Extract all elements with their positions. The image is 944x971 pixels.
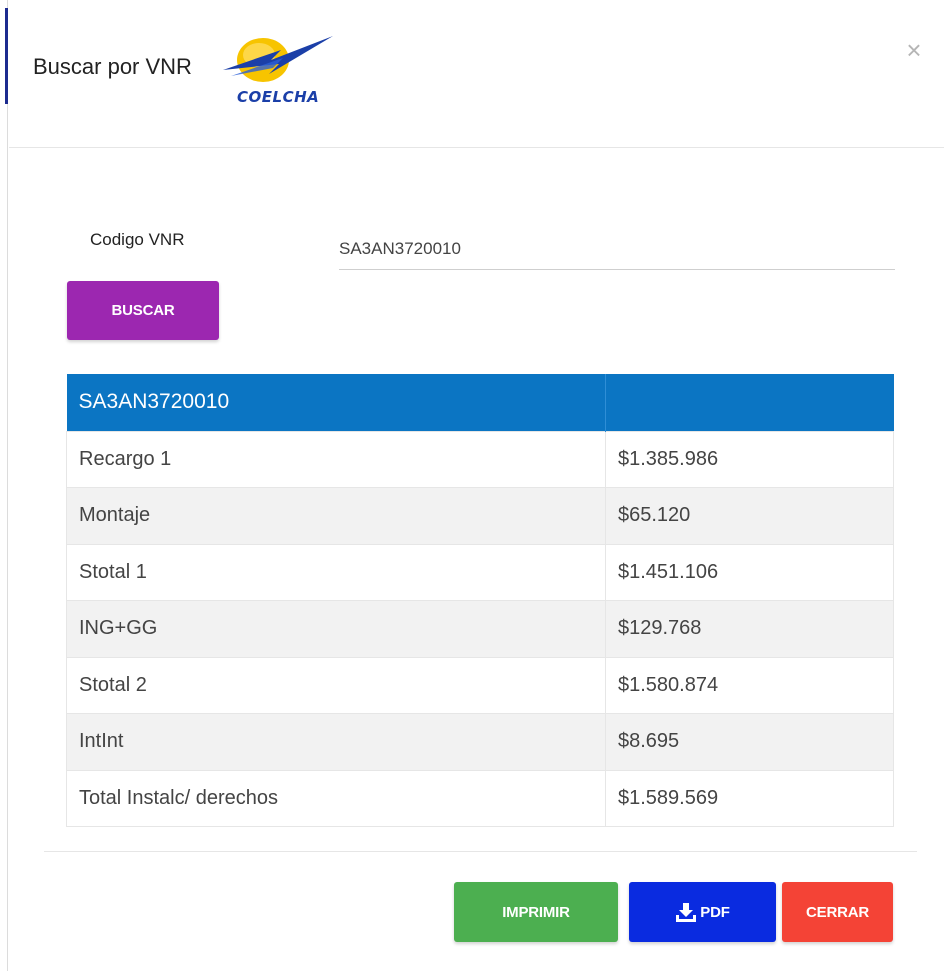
logo-text: COELCHA <box>237 88 320 106</box>
table-row: IntInt $8.695 <box>66 713 894 771</box>
row-value: $1.385.986 <box>605 430 894 488</box>
buscar-vnr-modal: Buscar por VNR COELCHA × Codigo VNR BUSC… <box>9 0 944 971</box>
table-row: Stotal 1 $1.451.106 <box>66 543 894 601</box>
codigo-vnr-input[interactable] <box>339 228 895 270</box>
pdf-label: PDF <box>700 903 730 921</box>
download-icon <box>675 902 697 922</box>
row-value: $129.768 <box>605 600 894 658</box>
row-label: Montaje <box>66 487 606 545</box>
results-header-value <box>605 374 894 431</box>
results-header-code: SA3AN3720010 <box>66 374 606 431</box>
row-label: IntInt <box>66 713 606 771</box>
row-value: $65.120 <box>605 487 894 545</box>
buscar-button[interactable]: BUSCAR <box>67 281 219 340</box>
row-value: $8.695 <box>605 713 894 771</box>
row-label: Recargo 1 <box>66 430 606 488</box>
pdf-button[interactable]: PDF <box>629 882 776 942</box>
modal-header: Buscar por VNR COELCHA × <box>9 0 944 148</box>
results-table: SA3AN3720010 Recargo 1 $1.385.986 Montaj… <box>66 374 894 827</box>
results-header-row: SA3AN3720010 <box>66 374 894 431</box>
row-value: $1.589.569 <box>605 769 894 827</box>
footer-divider <box>44 851 917 852</box>
row-value: $1.580.874 <box>605 656 894 714</box>
close-button[interactable]: × <box>902 36 926 64</box>
cerrar-button[interactable]: CERRAR <box>782 882 893 942</box>
modal-title: Buscar por VNR <box>33 54 192 79</box>
imprimir-button[interactable]: IMPRIMIR <box>454 882 618 942</box>
background-window-edge <box>0 0 8 971</box>
background-window-accent <box>5 8 8 104</box>
row-label: Stotal 2 <box>66 656 606 714</box>
coelcha-logo: COELCHA <box>221 30 341 112</box>
table-row: Recargo 1 $1.385.986 <box>66 430 894 488</box>
table-row: Total Instalc/ derechos $1.589.569 <box>66 769 894 827</box>
table-row: Stotal 2 $1.580.874 <box>66 656 894 714</box>
row-label: Stotal 1 <box>66 543 606 601</box>
codigo-vnr-label: Codigo VNR <box>90 230 185 249</box>
close-icon: × <box>906 35 922 65</box>
row-label: ING+GG <box>66 600 606 658</box>
row-label: Total Instalc/ derechos <box>66 769 606 827</box>
lightning-logo-icon <box>223 36 333 82</box>
row-value: $1.451.106 <box>605 543 894 601</box>
page: Buscar por VNR COELCHA × Codigo VNR BUSC… <box>0 0 944 971</box>
table-row: Montaje $65.120 <box>66 487 894 545</box>
table-row: ING+GG $129.768 <box>66 600 894 658</box>
